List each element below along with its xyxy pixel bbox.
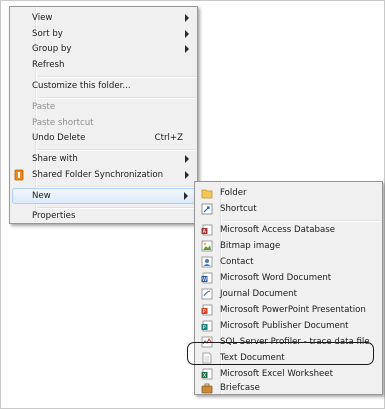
menu-item-label: Shortcut	[220, 204, 257, 214]
menu-item-label: View	[32, 13, 53, 23]
menu-item-label: Folder	[220, 188, 247, 198]
menu-item-label: Contact	[220, 257, 254, 267]
menu-item-label: Shared Folder Synchronization	[32, 170, 164, 180]
menu-item-view[interactable]: View	[12, 10, 195, 26]
menu-item-refresh[interactable]: Refresh	[12, 57, 195, 73]
briefcase-icon	[201, 382, 213, 394]
journal-icon	[201, 288, 213, 300]
menu-item-shortcut: Ctrl+Z	[154, 133, 183, 143]
menu-item-undo-delete[interactable]: Undo Delete Ctrl+Z	[12, 130, 195, 146]
menu-item-label: Journal Document	[220, 289, 297, 299]
menu-item-label: Paste	[32, 102, 56, 112]
menu-item-label: New	[32, 191, 51, 201]
context-menu: View Sort by Group by Refresh Customize …	[9, 6, 198, 224]
menu-item-group-by[interactable]: Group by	[12, 41, 195, 57]
submenu-arrow-icon	[185, 45, 189, 53]
sync-icon	[14, 169, 26, 181]
new-item-word-document[interactable]: W Microsoft Word Document	[197, 270, 380, 286]
new-item-shortcut[interactable]: Shortcut	[197, 201, 380, 217]
new-item-briefcase[interactable]: Briefcase	[197, 380, 380, 396]
new-item-publisher-document[interactable]: P Microsoft Publisher Document	[197, 318, 380, 334]
new-item-journal-document[interactable]: Journal Document	[197, 286, 380, 302]
submenu-arrow-icon	[185, 155, 189, 163]
svg-text:P: P	[203, 325, 206, 331]
submenu-arrow-icon	[185, 14, 189, 22]
menu-item-paste[interactable]: Paste	[12, 99, 195, 115]
menu-item-label: Microsoft Excel Worksheet	[220, 369, 333, 379]
menu-item-properties[interactable]: Properties	[12, 208, 195, 224]
folder-icon	[201, 187, 213, 199]
menu-item-shared-folder-sync[interactable]: Shared Folder Synchronization	[12, 167, 195, 183]
menu-item-label: Microsoft Publisher Document	[220, 321, 349, 331]
menu-item-label: Customize this folder...	[32, 81, 131, 91]
menu-item-label: Paste shortcut	[32, 118, 94, 128]
menu-item-share-with[interactable]: Share with	[12, 151, 195, 167]
menu-item-label: Microsoft PowerPoint Presentation	[220, 305, 366, 315]
menu-item-label: Bitmap image	[220, 241, 281, 251]
menu-item-label: Group by	[32, 44, 72, 54]
access-icon: A	[201, 224, 213, 236]
menu-item-new[interactable]: New	[12, 188, 195, 204]
new-item-access-database[interactable]: A Microsoft Access Database	[197, 222, 380, 238]
new-item-powerpoint-presentation[interactable]: P Microsoft PowerPoint Presentation	[197, 302, 380, 318]
menu-item-customize-folder[interactable]: Customize this folder...	[12, 78, 195, 94]
menu-item-label: Properties	[32, 211, 76, 221]
menu-item-paste-shortcut[interactable]: Paste shortcut	[12, 115, 195, 131]
shortcut-icon	[201, 203, 213, 215]
submenu-arrow-icon	[184, 192, 188, 200]
menu-item-label: Microsoft Word Document	[220, 273, 332, 283]
svg-text:A: A	[203, 229, 207, 235]
svg-text:P: P	[203, 309, 206, 315]
word-icon: W	[201, 272, 213, 284]
menu-item-label: Share with	[32, 154, 78, 164]
menu-item-sort-by[interactable]: Sort by	[12, 26, 195, 42]
new-item-contact[interactable]: Contact	[197, 254, 380, 270]
new-item-bitmap-image[interactable]: Bitmap image	[197, 238, 380, 254]
menu-item-label: Microsoft Access Database	[220, 225, 335, 235]
contact-icon	[201, 256, 213, 268]
menu-item-label: Refresh	[32, 60, 65, 70]
menu-item-label: Briefcase	[220, 383, 260, 393]
menu-item-label: Sort by	[32, 29, 63, 39]
powerpoint-icon: P	[201, 304, 213, 316]
submenu-arrow-icon	[185, 30, 189, 38]
svg-text:X: X	[203, 373, 207, 379]
publisher-icon: P	[201, 320, 213, 332]
submenu-arrow-icon	[185, 171, 189, 179]
new-item-folder[interactable]: Folder	[197, 185, 380, 201]
menu-item-label: Undo Delete	[32, 133, 86, 143]
highlight-callout	[187, 342, 374, 365]
bitmap-icon	[201, 240, 213, 252]
svg-text:W: W	[202, 277, 207, 283]
excel-icon: X	[201, 368, 213, 380]
